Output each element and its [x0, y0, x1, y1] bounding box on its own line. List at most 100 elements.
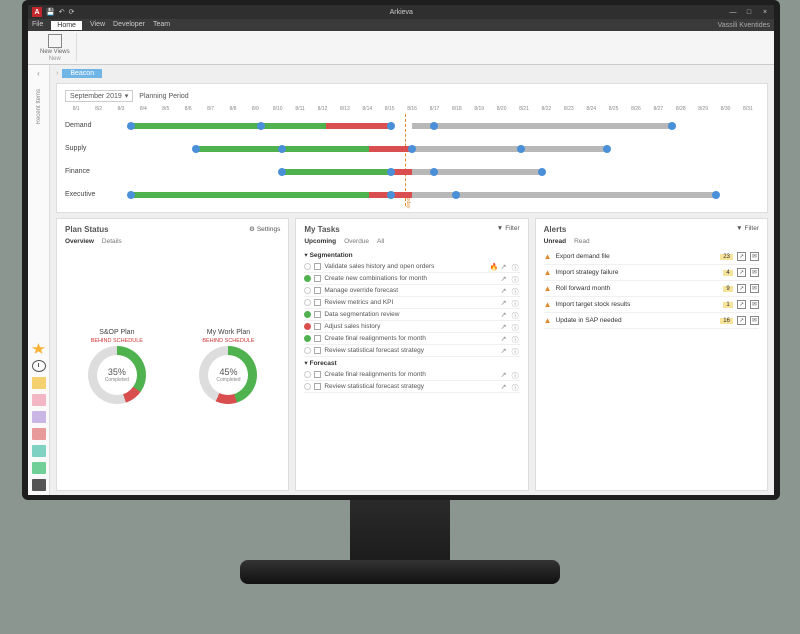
- milestone-dot[interactable]: [387, 122, 395, 130]
- menu-home[interactable]: Home: [51, 21, 82, 30]
- plan-donut[interactable]: S&OP PlanBEHIND SCHEDULE35%Completed: [88, 329, 146, 404]
- alert-row[interactable]: ▲Export demand file23↗✉: [544, 249, 759, 265]
- info-icon[interactable]: ⓘ: [512, 311, 520, 319]
- task-checkbox[interactable]: [314, 263, 321, 270]
- info-icon[interactable]: ⓘ: [512, 287, 520, 295]
- open-icon[interactable]: ↗: [501, 347, 509, 355]
- info-icon[interactable]: ⓘ: [512, 335, 520, 343]
- task-row[interactable]: Review statistical forecast strategy↗ⓘ: [304, 345, 519, 357]
- milestone-dot[interactable]: [127, 122, 135, 130]
- task-group-header[interactable]: ▾Forecast: [304, 357, 519, 369]
- qat-undo-icon[interactable]: ↶: [59, 8, 65, 16]
- gantt-bar[interactable]: [412, 123, 672, 129]
- archive-icon[interactable]: ✉: [750, 316, 759, 325]
- tab-overview[interactable]: Overview: [65, 238, 94, 245]
- gantt-bar[interactable]: [412, 146, 607, 152]
- open-icon[interactable]: ↗: [501, 311, 509, 319]
- task-checkbox[interactable]: [314, 287, 321, 294]
- gantt-bar[interactable]: [131, 192, 369, 198]
- tab-upcoming[interactable]: Upcoming: [304, 238, 336, 245]
- task-checkbox[interactable]: [314, 323, 321, 330]
- open-icon[interactable]: ↗: [737, 252, 746, 261]
- milestone-dot[interactable]: [387, 168, 395, 176]
- menu-team[interactable]: Team: [153, 21, 170, 30]
- tab-read[interactable]: Read: [574, 238, 590, 245]
- open-icon[interactable]: ↗: [501, 275, 509, 283]
- menu-view[interactable]: View: [90, 21, 105, 30]
- info-icon[interactable]: ⓘ: [512, 275, 520, 283]
- info-icon[interactable]: ⓘ: [512, 323, 520, 331]
- open-icon[interactable]: ↗: [501, 287, 509, 295]
- milestone-dot[interactable]: [712, 191, 720, 199]
- milestone-dot[interactable]: [430, 122, 438, 130]
- open-icon[interactable]: ↗: [737, 268, 746, 277]
- milestone-dot[interactable]: [538, 168, 546, 176]
- task-checkbox[interactable]: [314, 335, 321, 342]
- maximize-button[interactable]: □: [744, 9, 754, 16]
- period-select[interactable]: September 2019 ▾: [65, 90, 133, 102]
- favorites-icon[interactable]: [32, 343, 46, 355]
- task-row[interactable]: Create final realignments for month↗ⓘ: [304, 369, 519, 381]
- info-icon[interactable]: ⓘ: [512, 347, 520, 355]
- task-checkbox[interactable]: [314, 383, 321, 390]
- alert-row[interactable]: ▲Import strategy failure4↗✉: [544, 265, 759, 281]
- milestone-dot[interactable]: [517, 145, 525, 153]
- tasks-filter-link[interactable]: ▼ Filter: [497, 225, 520, 232]
- folder-red[interactable]: [32, 428, 46, 440]
- milestone-dot[interactable]: [257, 122, 265, 130]
- minimize-button[interactable]: —: [728, 9, 738, 16]
- task-checkbox[interactable]: [314, 371, 321, 378]
- menu-file[interactable]: File: [32, 21, 43, 30]
- milestone-dot[interactable]: [603, 145, 611, 153]
- gantt-bar[interactable]: [369, 146, 412, 152]
- task-group-header[interactable]: ▾Segmentation: [304, 249, 519, 261]
- recent-icon[interactable]: [32, 360, 46, 372]
- tab-overdue[interactable]: Overdue: [344, 238, 369, 245]
- gantt-bar[interactable]: [326, 123, 391, 129]
- collapse-icon[interactable]: ‹: [37, 69, 40, 78]
- task-row[interactable]: Validate sales history and open orders🔥↗…: [304, 261, 519, 273]
- task-row[interactable]: Review statistical forecast strategy↗ⓘ: [304, 381, 519, 393]
- recent-items-label[interactable]: Recent Items: [36, 89, 42, 124]
- ribbon-new-views[interactable]: New Views New: [34, 33, 77, 62]
- milestone-dot[interactable]: [192, 145, 200, 153]
- folder-yellow[interactable]: [32, 377, 46, 389]
- milestone-dot[interactable]: [387, 191, 395, 199]
- open-icon[interactable]: ↗: [737, 284, 746, 293]
- folder-pink[interactable]: [32, 394, 46, 406]
- task-checkbox[interactable]: [314, 275, 321, 282]
- open-icon[interactable]: ↗: [501, 371, 509, 379]
- task-row[interactable]: Adjust sales history↗ⓘ: [304, 321, 519, 333]
- archive-icon[interactable]: ✉: [750, 252, 759, 261]
- open-icon[interactable]: ↗: [501, 299, 509, 307]
- gantt-bar[interactable]: [131, 123, 326, 129]
- archive-icon[interactable]: ✉: [750, 268, 759, 277]
- task-row[interactable]: Data segmentation review↗ⓘ: [304, 309, 519, 321]
- plan-settings-link[interactable]: ⚙ Settings: [249, 225, 280, 233]
- folder-teal[interactable]: [32, 445, 46, 457]
- close-button[interactable]: ×: [760, 9, 770, 16]
- open-icon[interactable]: ↗: [501, 383, 509, 391]
- menu-developer[interactable]: Developer: [113, 21, 145, 30]
- open-icon[interactable]: ↗: [737, 316, 746, 325]
- archive-icon[interactable]: ✉: [750, 300, 759, 309]
- plan-donut[interactable]: My Work PlanBEHIND SCHEDULE45%Completed: [199, 329, 257, 404]
- folder-purple[interactable]: [32, 411, 46, 423]
- folder-dark[interactable]: [32, 479, 46, 491]
- breadcrumb-tag[interactable]: Beacon: [62, 69, 102, 78]
- open-icon[interactable]: ↗: [737, 300, 746, 309]
- alert-row[interactable]: ▲Roll forward month9↗✉: [544, 281, 759, 297]
- qat-save-icon[interactable]: 💾: [46, 8, 55, 16]
- folder-green[interactable]: [32, 462, 46, 474]
- tab-all[interactable]: All: [377, 238, 384, 245]
- task-checkbox[interactable]: [314, 347, 321, 354]
- milestone-dot[interactable]: [127, 191, 135, 199]
- info-icon[interactable]: ⓘ: [512, 299, 520, 307]
- expand-icon[interactable]: ›: [56, 70, 58, 77]
- task-row[interactable]: Create new combinations for month↗ⓘ: [304, 273, 519, 285]
- task-row[interactable]: Create final realignments for month↗ⓘ: [304, 333, 519, 345]
- gantt-bar[interactable]: [282, 169, 390, 175]
- milestone-dot[interactable]: [408, 145, 416, 153]
- milestone-dot[interactable]: [668, 122, 676, 130]
- tab-details[interactable]: Details: [102, 238, 122, 245]
